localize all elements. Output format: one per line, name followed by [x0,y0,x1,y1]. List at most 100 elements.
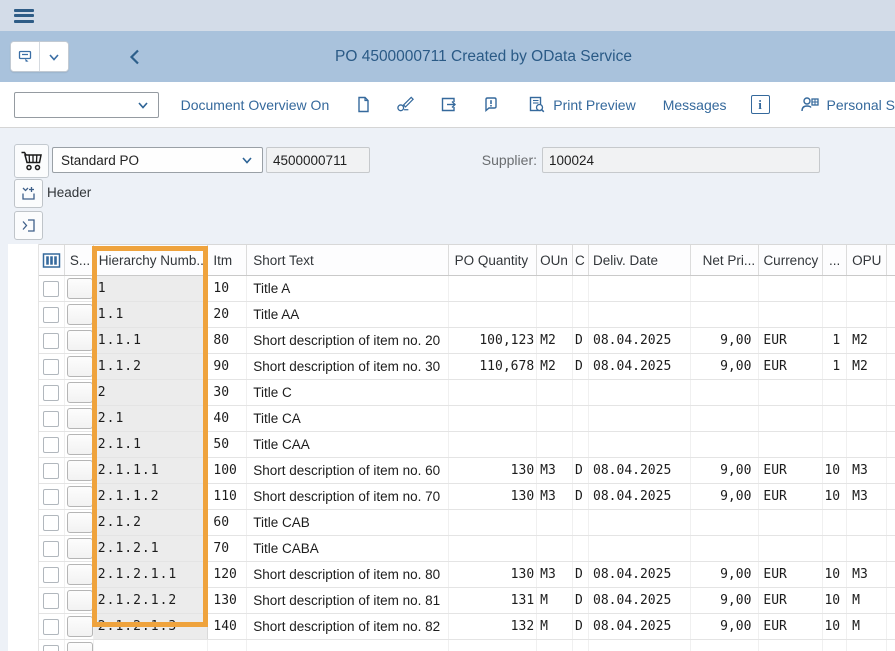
hierarchy-number-cell[interactable]: 2.1.1.2 [94,484,209,509]
row-status-field[interactable] [67,382,93,403]
row-checkbox[interactable] [43,567,59,583]
display-other-document-button[interactable] [439,95,458,114]
row-status-field[interactable] [67,564,93,585]
hierarchy-number-cell[interactable]: 2.1 [94,406,209,431]
copy-button[interactable] [353,95,372,114]
po-number-field[interactable] [266,147,370,173]
hierarchy-number-cell[interactable]: 2.1.2.1.3 [94,614,209,639]
order-unit-cell [537,432,573,457]
column-header-po-quantity[interactable]: PO Quantity [449,245,537,275]
deliv-date-category-cell: D [573,562,589,587]
row-status-field[interactable] [67,330,93,351]
row-checkbox[interactable] [43,385,59,401]
per-cell [823,380,847,405]
hierarchy-number-cell[interactable]: 2.1.1.1 [94,458,209,483]
row-status-field[interactable] [67,642,93,651]
row-status-field[interactable] [67,538,93,559]
row-checkbox[interactable] [43,489,59,505]
document-overview-button[interactable]: Document Overview On [181,97,330,113]
column-header-hierarchy[interactable]: Hierarchy Numb... [94,245,209,275]
net-price-cell: 9,00 [691,588,760,613]
display-change-button[interactable] [396,95,415,114]
hierarchy-number-cell[interactable]: 1 [94,276,209,301]
hierarchy-number-cell[interactable]: 1.1.1 [94,328,209,353]
personal-setting-button[interactable]: Personal S [800,95,895,114]
item-number-cell: 100 [208,458,247,483]
hierarchy-number-cell[interactable] [94,640,209,651]
table-row: 2.1.2.170Title CABA [39,536,895,562]
order-type-combobox[interactable]: Standard PO [52,147,263,173]
delivery-date-cell [589,276,691,301]
menu-icon[interactable] [14,9,34,23]
row-status-field[interactable] [67,408,93,429]
column-header-empty [887,245,895,275]
sap-po-window: PO 4500000711 Created by OData Service D… [0,0,895,651]
row-status-field[interactable] [67,486,93,507]
po-quantity-cell: 131 [449,588,537,613]
column-header-itm[interactable]: Itm [208,245,247,275]
column-header-currency[interactable]: Currency [759,245,823,275]
column-header-status[interactable]: S... [65,245,94,275]
row-checkbox[interactable] [43,541,59,557]
row-status-field[interactable] [67,356,93,377]
hierarchy-number-cell[interactable]: 2.1.2.1.1 [94,562,209,587]
expand-header-button[interactable] [14,179,43,208]
command-combobox[interactable] [14,92,159,118]
row-checkbox[interactable] [43,307,59,323]
row-checkbox[interactable] [43,437,59,453]
row-status-field[interactable] [67,512,93,533]
select-all-header[interactable] [39,245,65,275]
items-table-header: S... Hierarchy Numb... Itm Short Text PO… [39,244,895,276]
row-checkbox[interactable] [43,333,59,349]
row-select-cell [39,406,65,431]
row-status-field[interactable] [67,434,93,455]
item-number-cell: 90 [208,354,247,379]
column-header-per[interactable]: ... [823,245,847,275]
row-checkbox[interactable] [43,515,59,531]
column-header-opu[interactable]: OPU [847,245,887,275]
currency-cell [759,510,823,535]
row-checkbox[interactable] [43,359,59,375]
hierarchy-number-cell[interactable]: 2 [94,380,209,405]
hierarchy-number-cell[interactable]: 2.1.2.1 [94,536,209,561]
per-cell: 10 [823,588,847,613]
expand-items-button[interactable] [14,211,43,240]
deliv-date-category-cell: D [573,328,589,353]
supplier-field[interactable] [542,147,820,173]
hierarchy-number-cell[interactable]: 2.1.1 [94,432,209,457]
row-checkbox[interactable] [43,463,59,479]
row-checkbox[interactable] [43,619,59,635]
alert-button[interactable] [482,95,501,114]
column-header-c[interactable]: C [573,245,589,275]
info-button[interactable]: i [751,95,770,114]
row-checkbox[interactable] [43,281,59,297]
hierarchy-number-cell[interactable]: 1.1.2 [94,354,209,379]
po-quantity-cell [449,380,537,405]
net-price-cell [691,510,760,535]
currency-cell [759,536,823,561]
column-header-deliv-date[interactable]: Deliv. Date [589,245,691,275]
column-header-net-price[interactable]: Net Pri... [691,245,760,275]
hierarchy-number-cell[interactable]: 2.1.2 [94,510,209,535]
row-status-field[interactable] [67,278,93,299]
row-status-field[interactable] [67,616,93,637]
deliv-date-category-cell [573,380,589,405]
hierarchy-number-cell[interactable]: 2.1.2.1.2 [94,588,209,613]
row-status-field[interactable] [67,304,93,325]
row-checkbox[interactable] [43,411,59,427]
row-status-field[interactable] [67,460,93,481]
messages-button[interactable]: Messages [663,97,727,113]
delivery-date-cell: 08.04.2025 [589,354,691,379]
column-header-oun[interactable]: OUn [537,245,573,275]
short-text-cell: Short description of item no. 82 [247,614,449,639]
empty-cell [887,588,895,613]
delivery-date-cell: 08.04.2025 [589,458,691,483]
row-status-field[interactable] [67,590,93,611]
row-checkbox[interactable] [43,645,59,651]
print-preview-button[interactable]: Print Preview [527,95,635,114]
column-header-short-text[interactable]: Short Text [247,245,449,275]
deliv-date-category-cell: D [573,354,589,379]
shopping-cart-button[interactable] [14,144,49,178]
hierarchy-number-cell[interactable]: 1.1 [94,302,209,327]
row-checkbox[interactable] [43,593,59,609]
